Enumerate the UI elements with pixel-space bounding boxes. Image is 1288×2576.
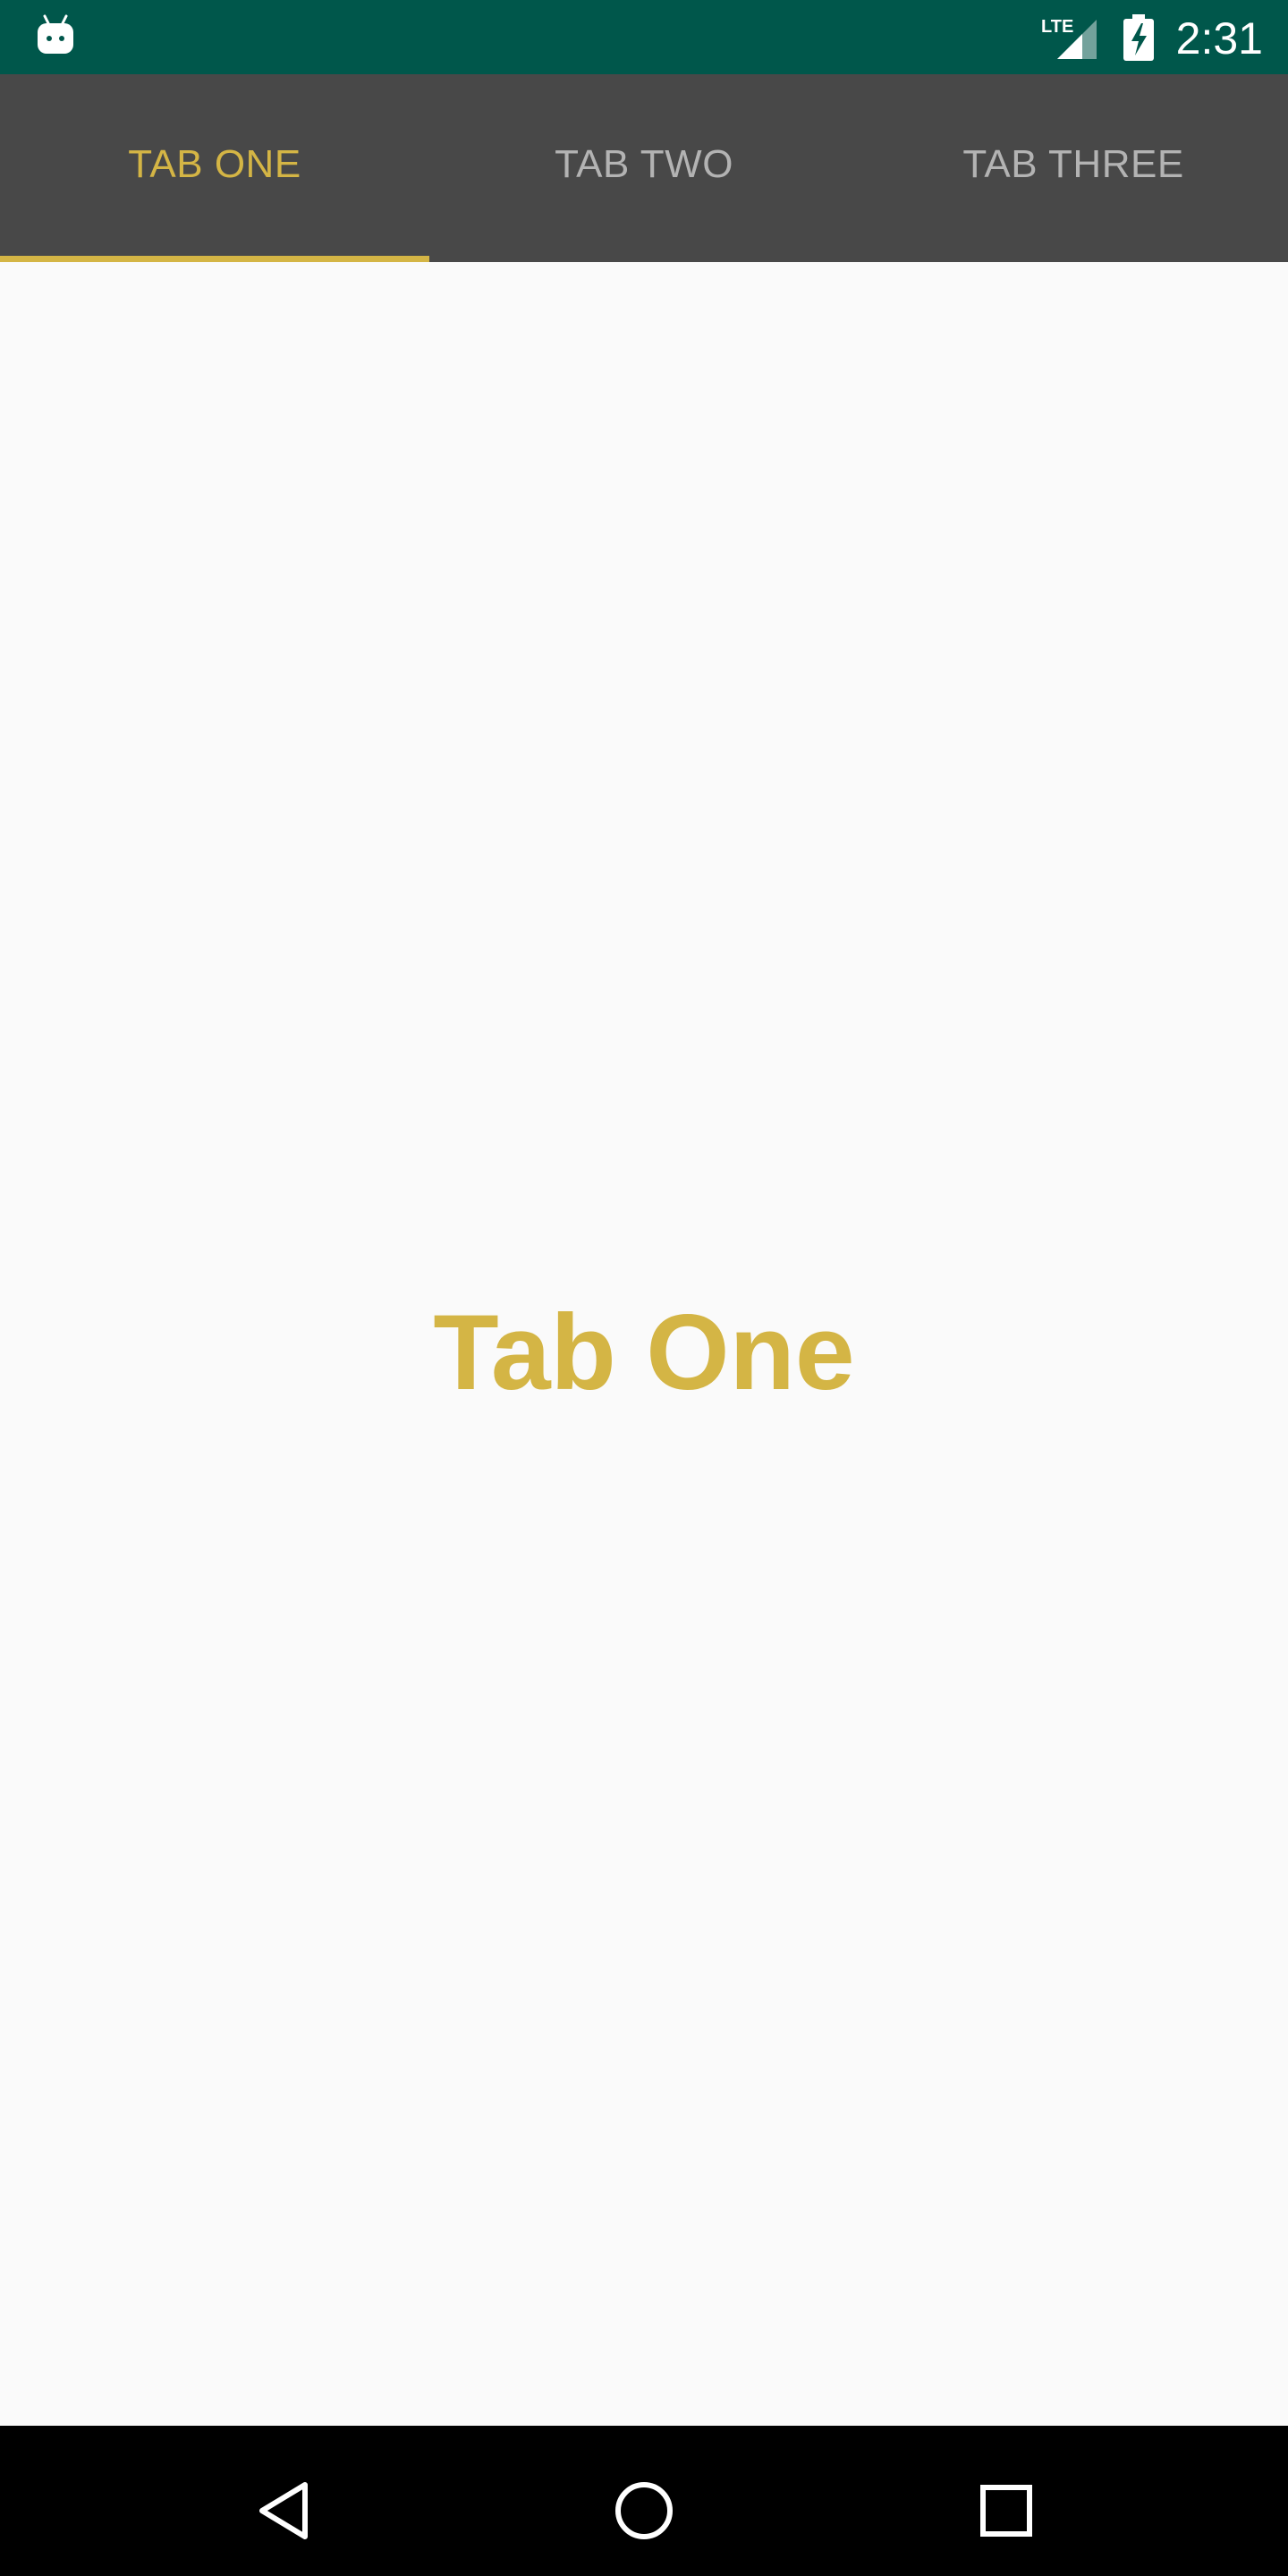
tab-layout: TAB ONE TAB TWO TAB THREE — [0, 74, 1288, 262]
android-robot-icon — [38, 14, 73, 54]
tab-content: Tab One — [0, 262, 1288, 2426]
back-icon — [259, 2482, 308, 2539]
home-button[interactable] — [604, 2470, 684, 2551]
status-bar: LTE 2:31 — [0, 0, 1288, 74]
tab-one-label: TAB ONE — [128, 142, 301, 186]
tab-three-indicator — [859, 256, 1288, 262]
navigation-bar — [0, 2426, 1288, 2576]
home-icon — [615, 2482, 673, 2539]
tab-selected-indicator — [0, 256, 429, 262]
battery-charging-icon — [1123, 14, 1154, 61]
tab-two-label: TAB TWO — [555, 142, 733, 186]
tab-two-indicator — [429, 256, 859, 262]
recents-icon — [980, 2485, 1032, 2537]
tab-two[interactable]: TAB TWO — [429, 74, 859, 262]
tab-one[interactable]: TAB ONE — [0, 74, 429, 262]
svg-text:LTE: LTE — [1041, 17, 1073, 37]
recents-button[interactable] — [966, 2470, 1046, 2551]
status-time: 2:31 — [1175, 13, 1263, 64]
tab-three[interactable]: TAB THREE — [859, 74, 1288, 262]
content-heading: Tab One — [433, 1292, 855, 1412]
back-button[interactable] — [243, 2470, 324, 2551]
lte-signal-icon: LTE — [1041, 17, 1097, 59]
tab-three-label: TAB THREE — [962, 142, 1184, 186]
